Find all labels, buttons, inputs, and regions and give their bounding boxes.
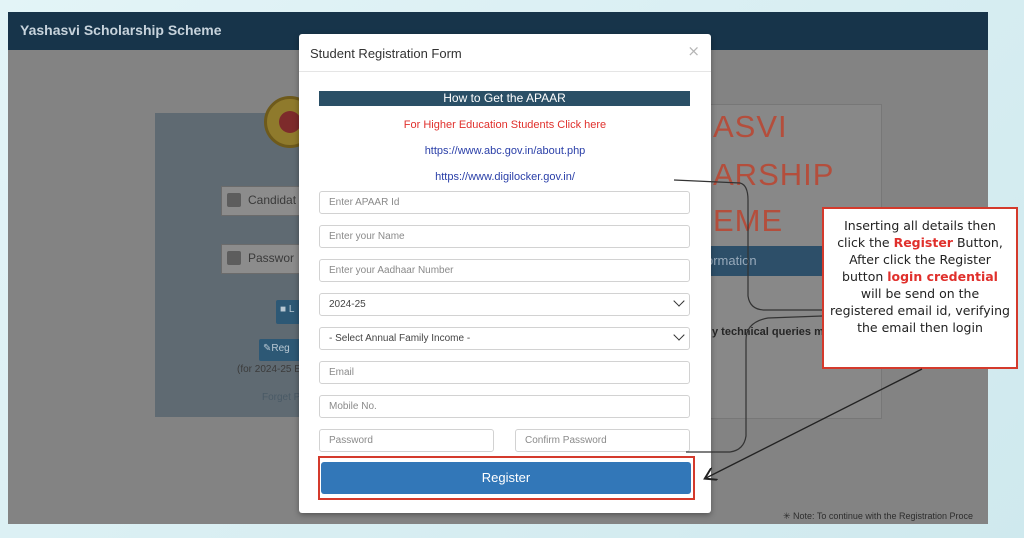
connector-line-lower — [686, 315, 823, 453]
arrow-to-register — [706, 368, 923, 478]
connector-line — [673, 179, 822, 311]
annotation-arrows — [673, 179, 923, 538]
